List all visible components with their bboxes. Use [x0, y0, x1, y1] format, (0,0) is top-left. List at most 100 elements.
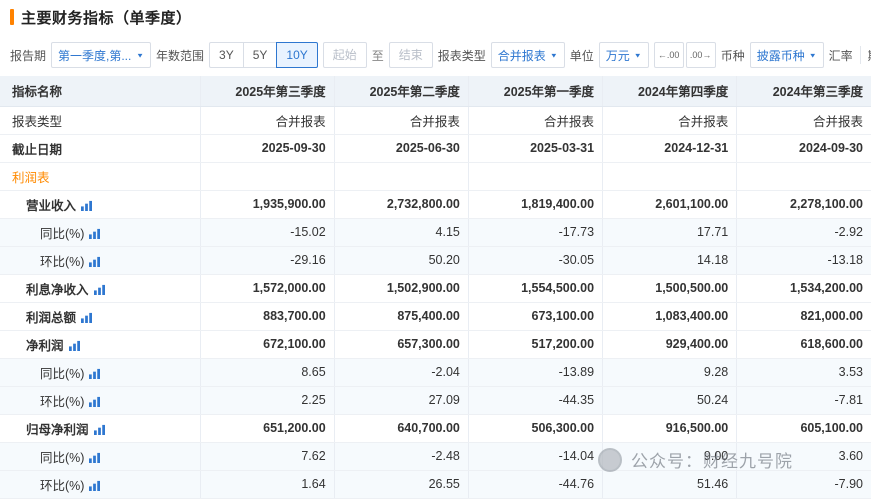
bar-chart-icon[interactable]	[89, 228, 100, 239]
cell-value: -13.18	[737, 246, 871, 274]
currency-select[interactable]: 披露币种 ▼	[750, 42, 824, 68]
row-label: 利息净收入	[26, 283, 89, 297]
cell-value: -2.92	[737, 218, 871, 246]
bar-chart-icon[interactable]	[89, 256, 100, 267]
cell-value	[468, 162, 602, 190]
cell-value: 2024-09-30	[737, 134, 871, 162]
row-label-cell: 环比(%)	[0, 470, 200, 498]
currency-label: 币种	[721, 47, 745, 64]
row-label-cell: 营业收入	[0, 190, 200, 218]
cell-value: -30.05	[468, 246, 602, 274]
cell-value: 517,200.00	[468, 330, 602, 358]
cell-value: 1,534,200.00	[737, 274, 871, 302]
row-label: 报表类型	[12, 115, 62, 129]
column-header-period: 2024年第三季度	[737, 76, 871, 106]
cell-value: -2.48	[334, 442, 468, 470]
chevron-down-icon: ▼	[809, 51, 817, 58]
cell-value: 2.25	[200, 386, 334, 414]
row-label: 归母净利润	[26, 423, 89, 437]
report-type-select[interactable]: 合并报表 ▼	[491, 42, 565, 68]
cell-value: -14.04	[468, 442, 602, 470]
start-year-input[interactable]	[323, 42, 367, 68]
row-label-cell: 同比(%)	[0, 358, 200, 386]
cell-value: 672,100.00	[200, 330, 334, 358]
bar-chart-icon[interactable]	[89, 480, 100, 491]
row-label-cell: 归母净利润	[0, 414, 200, 442]
cell-value: -15.02	[200, 218, 334, 246]
cell-value: 2025-06-30	[334, 134, 468, 162]
cell-value: 875,400.00	[334, 302, 468, 330]
row-label-cell: 利润表	[0, 162, 200, 190]
year-10y-button[interactable]: 10Y	[276, 42, 317, 68]
report-type-value: 合并报表	[498, 47, 546, 64]
year-3y-button[interactable]: 3Y	[209, 42, 244, 68]
clipped-right-control[interactable]: 期	[868, 47, 871, 64]
report-period-select[interactable]: 第一季度,第... ▼	[51, 42, 151, 68]
cell-value: 合并报表	[200, 106, 334, 134]
cell-value: 1,935,900.00	[200, 190, 334, 218]
cell-value: 673,100.00	[468, 302, 602, 330]
row-label: 截止日期	[12, 143, 62, 157]
bar-chart-icon[interactable]	[81, 312, 92, 323]
row-label: 同比(%)	[40, 227, 84, 241]
cell-value	[737, 162, 871, 190]
to-label: 至	[372, 47, 384, 64]
cell-value: 1.64	[200, 470, 334, 498]
bar-chart-icon[interactable]	[81, 200, 92, 211]
cell-value: 1,083,400.00	[603, 302, 737, 330]
cell-value: -44.35	[468, 386, 602, 414]
cell-value: 605,100.00	[737, 414, 871, 442]
chevron-down-icon: ▼	[634, 51, 642, 58]
row-label-cell: 利息净收入	[0, 274, 200, 302]
year-5y-button[interactable]: 5Y	[243, 42, 278, 68]
cell-value: 3.60	[737, 442, 871, 470]
bar-chart-icon[interactable]	[94, 424, 105, 435]
report-period-value: 第一季度,第...	[58, 47, 131, 64]
bar-chart-icon[interactable]	[89, 396, 100, 407]
row-label: 环比(%)	[40, 255, 84, 269]
cell-value: 657,300.00	[334, 330, 468, 358]
row-label: 营业收入	[26, 199, 76, 213]
column-header-period: 2025年第三季度	[200, 76, 334, 106]
year-range-label: 年数范围	[156, 47, 204, 64]
decimal-decrease-button[interactable]: ←.00	[654, 42, 684, 68]
row-label-cell: 环比(%)	[0, 386, 200, 414]
row-label: 利润总额	[26, 311, 76, 325]
table-row: 截止日期2025-09-302025-06-302025-03-312024-1…	[0, 134, 871, 162]
cell-value: -2.04	[334, 358, 468, 386]
decimal-controls: ←.00 .00→	[654, 42, 716, 68]
bar-chart-icon[interactable]	[69, 340, 80, 351]
row-label-cell: 净利润	[0, 330, 200, 358]
column-header-period: 2025年第一季度	[468, 76, 602, 106]
table-row: 营业收入1,935,900.002,732,800.001,819,400.00…	[0, 190, 871, 218]
cell-value: 883,700.00	[200, 302, 334, 330]
end-year-input[interactable]	[389, 42, 433, 68]
cell-value: 合并报表	[468, 106, 602, 134]
decimal-increase-button[interactable]: .00→	[686, 42, 716, 68]
cell-value: 8.65	[200, 358, 334, 386]
cell-value: 14.18	[603, 246, 737, 274]
title-accent-bar	[10, 9, 14, 25]
indicators-table-wrap: 指标名称2025年第三季度2025年第二季度2025年第一季度2024年第四季度…	[0, 76, 871, 499]
cell-value: 2025-09-30	[200, 134, 334, 162]
cell-value: 17.71	[603, 218, 737, 246]
cell-value: 9.00	[603, 442, 737, 470]
cell-value	[200, 162, 334, 190]
bar-chart-icon[interactable]	[89, 368, 100, 379]
cell-value: 929,400.00	[603, 330, 737, 358]
currency-value: 披露币种	[757, 47, 805, 64]
bar-chart-icon[interactable]	[94, 284, 105, 295]
bar-chart-icon[interactable]	[89, 452, 100, 463]
year-range-segment: 3Y 5Y 10Y	[209, 42, 318, 68]
cell-value: -44.76	[468, 470, 602, 498]
table-row: 利润总额 883,700.00875,400.00673,100.001,083,…	[0, 302, 871, 330]
cell-value: 2,278,100.00	[737, 190, 871, 218]
table-row: 同比(%)8.65-2.04-13.899.283.53	[0, 358, 871, 386]
column-header-indicator-name: 指标名称	[0, 76, 200, 106]
unit-select[interactable]: 万元 ▼	[599, 42, 649, 68]
cell-value: 2024-12-31	[603, 134, 737, 162]
toolbar-divider	[860, 46, 861, 64]
cell-value: -13.89	[468, 358, 602, 386]
toolbar: 报告期 第一季度,第... ▼ 年数范围 3Y 5Y 10Y 至 报表类型 合并…	[0, 34, 871, 76]
indicators-table: 指标名称2025年第三季度2025年第二季度2025年第一季度2024年第四季度…	[0, 76, 871, 499]
